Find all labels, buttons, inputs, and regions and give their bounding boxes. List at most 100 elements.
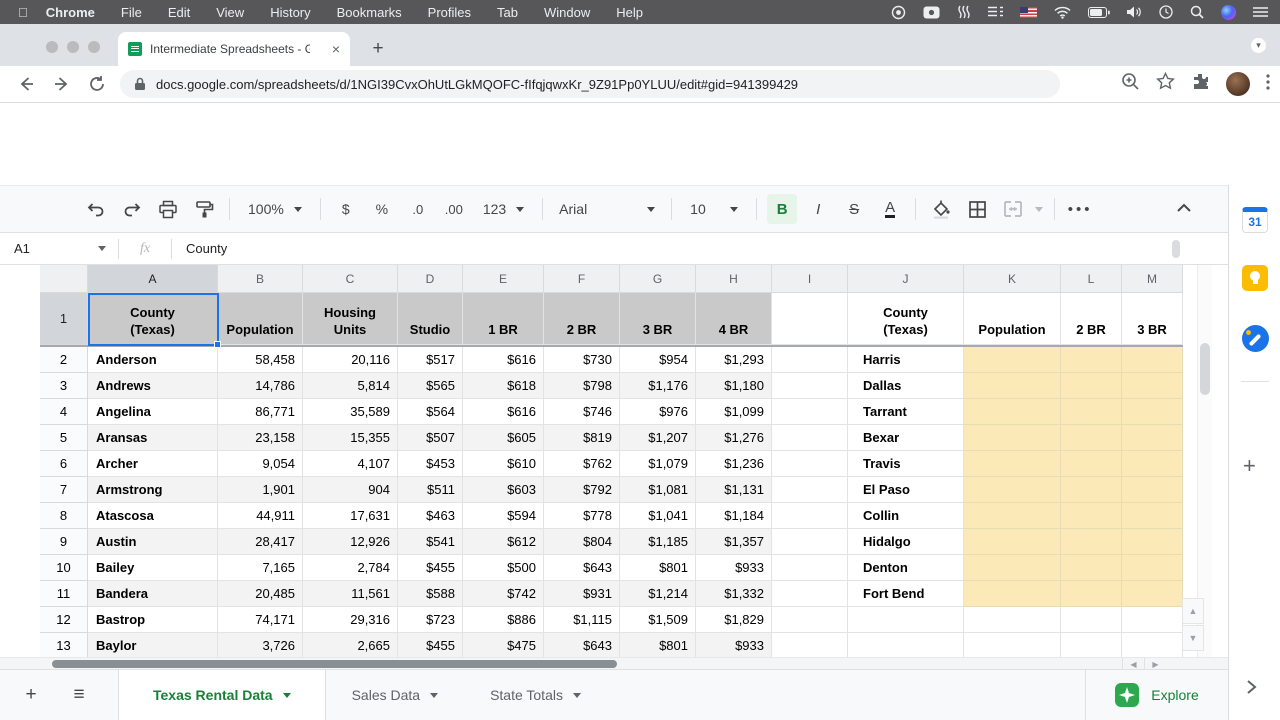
cell-I9[interactable] [772, 529, 848, 555]
cell-C7[interactable]: 904 [303, 477, 398, 503]
bold-button[interactable]: B [767, 194, 797, 224]
add-sheet-button[interactable]: + [14, 678, 48, 712]
text-color-button[interactable]: A [875, 194, 905, 224]
cell-K8[interactable] [964, 503, 1061, 529]
cell-F7[interactable]: $792 [544, 477, 620, 503]
cell-E2[interactable]: $616 [463, 347, 544, 373]
cell-J6[interactable]: Travis [848, 451, 964, 477]
cell-G13[interactable]: $801 [620, 633, 696, 659]
cell-B13[interactable]: 3,726 [218, 633, 303, 659]
column-header-H[interactable]: H [696, 265, 772, 293]
undo-button[interactable] [81, 194, 111, 224]
cell-I12[interactable] [772, 607, 848, 633]
cell-I6[interactable] [772, 451, 848, 477]
cell-M13[interactable] [1122, 633, 1183, 659]
cell-C9[interactable]: 12,926 [303, 529, 398, 555]
column-header-E[interactable]: E [463, 265, 544, 293]
number-format-button[interactable]: 123 [475, 194, 532, 224]
format-percent-button[interactable]: % [367, 194, 397, 224]
cell-F2[interactable]: $730 [544, 347, 620, 373]
cell-E13[interactable]: $475 [463, 633, 544, 659]
cell-L4[interactable] [1061, 399, 1122, 425]
row-header-8[interactable]: 8 [40, 503, 88, 529]
siri-icon[interactable] [1221, 5, 1236, 20]
scroll-down-button[interactable]: ▼ [1182, 625, 1204, 651]
cell-M4[interactable] [1122, 399, 1183, 425]
cell-J3[interactable]: Dallas [848, 373, 964, 399]
sheet-tab-state-totals[interactable]: State Totals [464, 670, 607, 720]
browser-profile-avatar[interactable] [1226, 72, 1250, 96]
tab-close-icon[interactable]: × [332, 41, 340, 57]
get-addons-button[interactable]: + [1243, 453, 1256, 479]
cell-D5[interactable]: $507 [398, 425, 463, 451]
cell-F3[interactable]: $798 [544, 373, 620, 399]
sidecar-list-icon[interactable] [988, 6, 1003, 18]
cell-E1[interactable]: 1 BR [463, 293, 544, 345]
cell-A10[interactable]: Bailey [88, 555, 218, 581]
print-button[interactable] [153, 194, 183, 224]
column-header-K[interactable]: K [964, 265, 1061, 293]
select-all-corner[interactable] [40, 265, 88, 293]
cell-J13[interactable] [848, 633, 964, 659]
cell-J7[interactable]: El Paso [848, 477, 964, 503]
paint-format-button[interactable] [189, 194, 219, 224]
explore-button[interactable]: Explore [1085, 670, 1228, 720]
scroll-up-button[interactable]: ▲ [1182, 598, 1204, 624]
cell-M10[interactable] [1122, 555, 1183, 581]
cell-E7[interactable]: $603 [463, 477, 544, 503]
cell-B6[interactable]: 9,054 [218, 451, 303, 477]
cell-J8[interactable]: Collin [848, 503, 964, 529]
cell-A9[interactable]: Austin [88, 529, 218, 555]
menubar-item-edit[interactable]: Edit [168, 5, 190, 20]
cell-C10[interactable]: 2,784 [303, 555, 398, 581]
cell-K7[interactable] [964, 477, 1061, 503]
font-family-select[interactable]: Arial [553, 194, 661, 224]
menubar-item-bookmarks[interactable]: Bookmarks [337, 5, 402, 20]
merge-cells-button[interactable] [998, 194, 1028, 224]
menubar-item-window[interactable]: Window [544, 5, 590, 20]
cell-B9[interactable]: 28,417 [218, 529, 303, 555]
cell-C11[interactable]: 11,561 [303, 581, 398, 607]
menubar-item-history[interactable]: History [270, 5, 310, 20]
screen-mirroring-icon[interactable] [957, 5, 971, 19]
row-header-3[interactable]: 3 [40, 373, 88, 399]
column-header-C[interactable]: C [303, 265, 398, 293]
hide-menus-chevron-icon[interactable] [1169, 193, 1199, 223]
cell-I13[interactable] [772, 633, 848, 659]
calendar-icon[interactable]: 31 [1242, 207, 1268, 233]
clock-icon[interactable] [1159, 5, 1173, 19]
cell-L11[interactable] [1061, 581, 1122, 607]
column-header-I[interactable]: I [772, 265, 848, 293]
cell-B2[interactable]: 58,458 [218, 347, 303, 373]
cell-J9[interactable]: Hidalgo [848, 529, 964, 555]
menubar-item-help[interactable]: Help [616, 5, 643, 20]
cell-C13[interactable]: 2,665 [303, 633, 398, 659]
cell-E6[interactable]: $610 [463, 451, 544, 477]
cell-E8[interactable]: $594 [463, 503, 544, 529]
bookmark-star-icon[interactable] [1156, 72, 1175, 96]
cell-G6[interactable]: $1,079 [620, 451, 696, 477]
cell-F8[interactable]: $778 [544, 503, 620, 529]
wifi-icon[interactable] [1054, 6, 1071, 19]
cell-F4[interactable]: $746 [544, 399, 620, 425]
window-close-button[interactable] [46, 41, 58, 53]
cell-B5[interactable]: 23,158 [218, 425, 303, 451]
row-header-6[interactable]: 6 [40, 451, 88, 477]
column-header-J[interactable]: J [848, 265, 964, 293]
cell-C8[interactable]: 17,631 [303, 503, 398, 529]
keep-icon[interactable] [1242, 265, 1268, 291]
more-toolbar-button[interactable]: ••• [1065, 194, 1095, 224]
menubar-item-chrome[interactable]: Chrome [46, 5, 95, 20]
cell-A6[interactable]: Archer [88, 451, 218, 477]
window-zoom-button[interactable] [88, 41, 100, 53]
tasks-icon[interactable] [1242, 325, 1269, 352]
cell-D2[interactable]: $517 [398, 347, 463, 373]
cell-C1[interactable]: Housing Units [303, 293, 398, 345]
cell-F5[interactable]: $819 [544, 425, 620, 451]
row-header-5[interactable]: 5 [40, 425, 88, 451]
cell-E4[interactable]: $616 [463, 399, 544, 425]
cell-E9[interactable]: $612 [463, 529, 544, 555]
scroll-right-button[interactable]: ▶ [1144, 658, 1166, 669]
screen-record-icon[interactable] [891, 5, 906, 20]
cell-I10[interactable] [772, 555, 848, 581]
